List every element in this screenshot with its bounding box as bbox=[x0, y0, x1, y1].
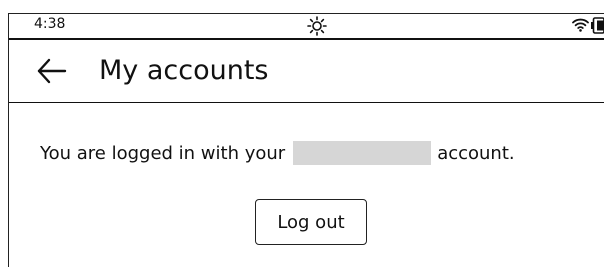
header: My accounts bbox=[9, 40, 604, 102]
status-time: 4:38 bbox=[34, 16, 66, 32]
page-title: My accounts bbox=[99, 55, 269, 86]
battery-icon bbox=[591, 17, 604, 34]
redacted-account-name bbox=[293, 141, 432, 165]
screen: 4:38 My accounts You are logged in with … bbox=[0, 0, 604, 267]
back-arrow-icon[interactable] bbox=[35, 54, 69, 88]
sun-icon bbox=[307, 16, 327, 36]
header-divider bbox=[9, 102, 604, 103]
logged-in-message: You are logged in with your account. bbox=[40, 140, 515, 166]
logout-button[interactable]: Log out bbox=[255, 199, 367, 245]
status-bar: 4:38 bbox=[9, 14, 604, 38]
message-suffix: account. bbox=[437, 142, 515, 164]
message-prefix: You are logged in with your bbox=[40, 142, 286, 164]
wifi-icon bbox=[572, 18, 589, 32]
